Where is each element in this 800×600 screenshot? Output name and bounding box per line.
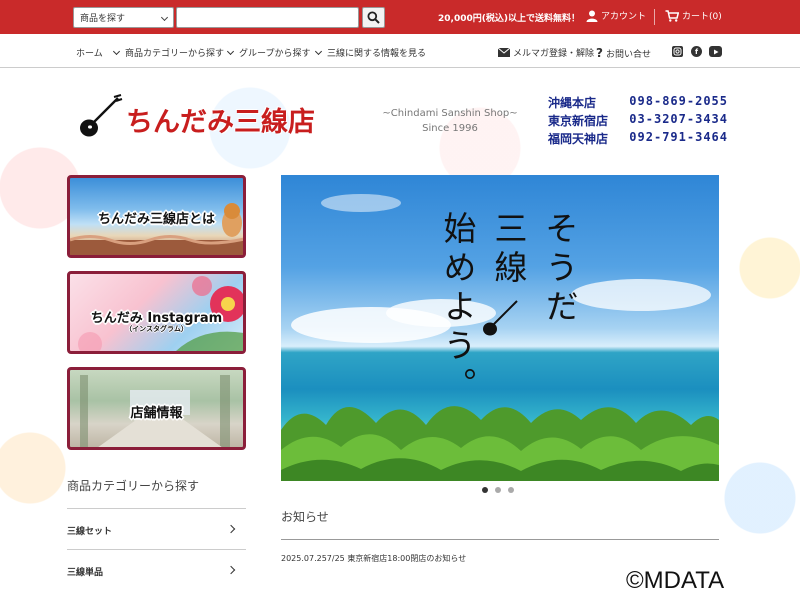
- news-item[interactable]: 2025.07.257/25 東京新宿店18:00閉店のお知らせ: [281, 553, 466, 564]
- search-icon: [367, 11, 380, 24]
- account-label: アカウント: [601, 12, 647, 22]
- category-item-sanshin-set[interactable]: 三線セット: [67, 508, 246, 549]
- tagline: ~Chindami Sanshin Shop~ Since 1996: [360, 106, 540, 136]
- chevron-down-icon: [226, 47, 235, 55]
- nav-category-label: 商品カテゴリーから探す: [125, 49, 225, 59]
- topbar-divider: [654, 9, 655, 25]
- shop-row: 沖縄本店 098-869-2055: [548, 94, 728, 112]
- chevron-down-icon: [112, 47, 121, 55]
- tagline-line1: ~Chindami Sanshin Shop~: [382, 108, 518, 119]
- search-input[interactable]: [176, 7, 359, 28]
- newsletter-link[interactable]: メルマガ登録・解除: [498, 46, 594, 59]
- search-button[interactable]: [362, 7, 385, 28]
- news-divider: [281, 539, 719, 540]
- news-section-title: お知らせ: [281, 510, 329, 524]
- search-category-select[interactable]: 商品を探す: [73, 7, 174, 28]
- category-item-label: 三線セット: [67, 527, 113, 537]
- free-shipping-notice: 20,000円(税込)以上で送料無料！: [438, 14, 580, 24]
- shop-name: 福岡天神店: [548, 132, 609, 146]
- store-info-banner-label: 店舗情報: [130, 406, 183, 421]
- chevron-down-icon: [314, 47, 323, 55]
- newsletter-label: メルマガ登録・解除: [513, 49, 595, 59]
- contact-link[interactable]: ? お問い合せ: [596, 46, 651, 60]
- shop-tel[interactable]: 03-3207-3434: [629, 112, 728, 130]
- hero-copy-col3: 始めよう。: [438, 211, 477, 406]
- shop-tel[interactable]: 098-869-2055: [629, 94, 728, 112]
- facebook-icon[interactable]: f: [691, 46, 702, 57]
- sanshin-icon: [483, 300, 518, 336]
- hero-copy-col2: 三線: [489, 211, 528, 289]
- mail-icon: [498, 48, 510, 57]
- main-nav: ホーム 商品カテゴリーから探す グループから探す 三線に関する情報を見る メルマ…: [0, 34, 800, 68]
- search-category-value: 商品を探す: [80, 14, 126, 24]
- shop-row: 福岡天神店 092-791-3464: [548, 130, 728, 148]
- hero-copy-col1: そうだ: [540, 211, 579, 328]
- slider-dot[interactable]: [508, 487, 514, 493]
- copyright-watermark: ©MDATA: [626, 567, 725, 594]
- cart-link[interactable]: カート(0): [665, 9, 722, 22]
- nav-category[interactable]: 商品カテゴリーから探す: [112, 46, 225, 59]
- hero-slider[interactable]: そうだ 三線 始めよう。: [281, 175, 719, 481]
- shop-tel[interactable]: 092-791-3464: [629, 130, 728, 148]
- cart-icon: [665, 9, 679, 22]
- youtube-icon[interactable]: [709, 46, 722, 57]
- slider-dot[interactable]: [482, 487, 488, 493]
- shop-name: 東京新宿店: [548, 114, 609, 128]
- shop-phone-list: 沖縄本店 098-869-2055 東京新宿店 03-3207-3434 福岡天…: [548, 94, 728, 148]
- question-icon: ?: [596, 46, 603, 60]
- slider-dots: [482, 487, 514, 493]
- store-info-banner[interactable]: 店舗情報: [67, 367, 246, 450]
- nav-group[interactable]: グループから探す: [226, 46, 311, 59]
- nav-info-label: 三線に関する情報を見る: [327, 49, 427, 59]
- shop-name: 沖縄本店: [548, 96, 597, 110]
- category-item-sanshin-single[interactable]: 三線単品: [67, 549, 246, 590]
- logo-text: ちんだみ三線店: [126, 107, 315, 138]
- cart-label: カート(0): [682, 12, 722, 22]
- instagram-icon[interactable]: [672, 46, 683, 57]
- category-section-title: 商品カテゴリーから探す: [67, 479, 200, 493]
- tagline-line2: Since 1996: [422, 123, 478, 134]
- instagram-banner-sub: （インスタグラム）: [125, 325, 188, 333]
- category-item-label: 三線単品: [67, 568, 104, 578]
- about-banner-label: ちんだみ三線店とは: [97, 212, 215, 227]
- nav-home-label: ホーム: [76, 49, 103, 59]
- nav-group-label: グループから探す: [239, 49, 311, 59]
- chevron-right-icon: [226, 565, 236, 575]
- nav-info[interactable]: 三線に関する情報を見る: [314, 46, 427, 59]
- about-banner[interactable]: ちんだみ三線店とは: [67, 175, 246, 258]
- category-list: 三線セット 三線単品: [67, 508, 246, 590]
- shop-row: 東京新宿店 03-3207-3434: [548, 112, 728, 130]
- contact-label: お問い合せ: [605, 49, 651, 60]
- chevron-right-icon: [226, 524, 236, 534]
- sanshin-icon: [80, 94, 123, 137]
- account-link[interactable]: アカウント: [586, 9, 646, 22]
- top-bar: 商品を探す 20,000円(税込)以上で送料無料！ アカウント カート(0): [0, 0, 800, 34]
- user-icon: [586, 10, 598, 22]
- chevron-down-icon: [160, 13, 169, 22]
- site-logo[interactable]: ちんだみ三線店: [78, 92, 348, 140]
- nav-home[interactable]: ホーム: [76, 46, 103, 59]
- instagram-banner[interactable]: ちんだみ Instagram （インスタグラム）: [67, 271, 246, 354]
- slider-dot[interactable]: [495, 487, 501, 493]
